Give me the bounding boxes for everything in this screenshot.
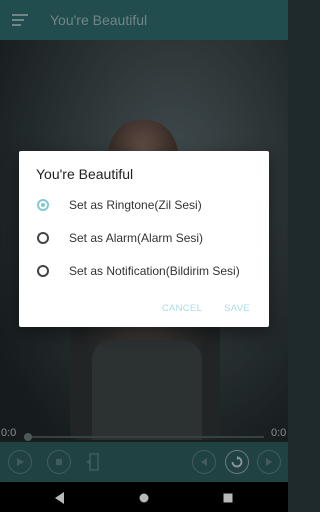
- cancel-button[interactable]: CANCEL: [162, 303, 202, 314]
- option-alarm[interactable]: Set as Alarm(Alarm Sesi): [35, 223, 261, 253]
- save-button[interactable]: SAVE: [224, 303, 250, 314]
- radio-ringtone[interactable]: [37, 199, 49, 211]
- radio-alarm[interactable]: [37, 232, 49, 244]
- option-ringtone[interactable]: Set as Ringtone(Zil Sesi): [35, 190, 261, 220]
- option-label: Set as Notification(Bildirim Sesi): [69, 264, 240, 278]
- option-notification[interactable]: Set as Notification(Bildirim Sesi): [35, 256, 261, 286]
- option-label: Set as Ringtone(Zil Sesi): [69, 198, 202, 212]
- dialog-title: You're Beautiful: [36, 166, 134, 182]
- option-label: Set as Alarm(Alarm Sesi): [69, 231, 204, 245]
- radio-notification[interactable]: [37, 265, 49, 277]
- dialog-actions: CANCEL SAVE: [162, 303, 250, 314]
- set-ringtone-dialog: You're Beautiful Set as Ringtone(Zil Ses…: [19, 151, 269, 327]
